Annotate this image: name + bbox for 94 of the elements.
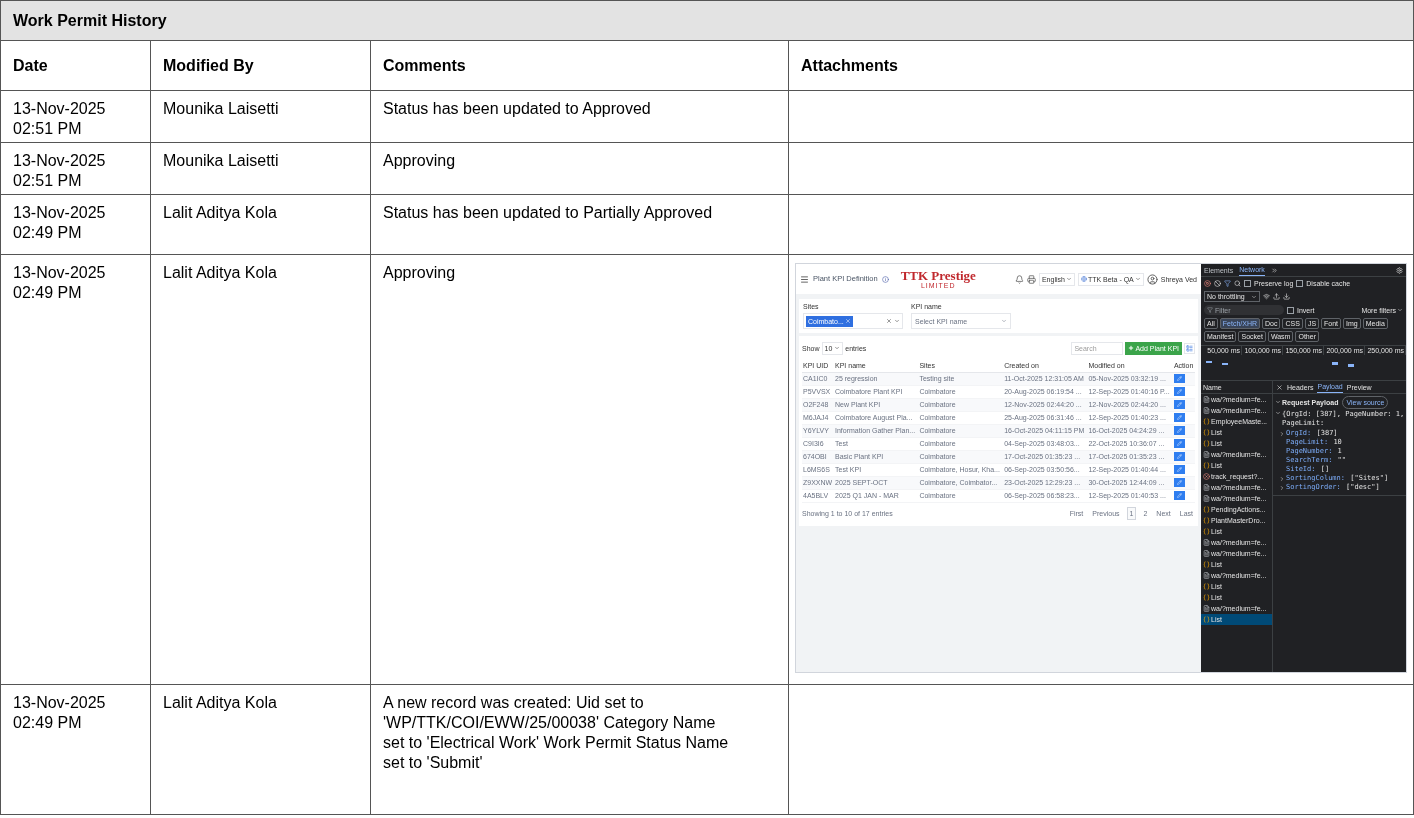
pencil-icon xyxy=(1176,376,1182,381)
list-icon xyxy=(1186,344,1193,352)
braces-icon xyxy=(1203,506,1210,513)
table-cell: Lalit Aditya Kola xyxy=(150,254,371,685)
braces-icon xyxy=(1203,594,1210,601)
attachment-screenshot[interactable] xyxy=(795,263,1407,673)
menu-icon[interactable] xyxy=(800,274,809,284)
braces-icon xyxy=(1203,561,1210,568)
pencil-icon xyxy=(1176,402,1182,407)
table-cell: Approving xyxy=(370,254,789,685)
pencil-icon xyxy=(1176,454,1182,459)
filter-icon[interactable] xyxy=(1224,280,1231,287)
pencil-icon xyxy=(1176,415,1182,420)
search-icon[interactable] xyxy=(1234,280,1241,287)
settings-icon[interactable] xyxy=(1396,266,1403,274)
edit-button[interactable] xyxy=(1173,374,1185,383)
document-icon xyxy=(1203,495,1210,502)
error-icon xyxy=(1203,473,1210,480)
table-cell: 13-Nov-2025 02:51 PM xyxy=(0,142,151,195)
braces-icon xyxy=(1203,616,1210,623)
info-icon xyxy=(881,275,889,283)
table-cell: Status has been updated to Approved xyxy=(370,90,789,143)
document-icon xyxy=(1203,407,1210,414)
edit-button[interactable] xyxy=(1173,491,1185,500)
document-icon xyxy=(1203,451,1210,458)
table-cell: Mounika Laisetti xyxy=(150,142,371,195)
braces-icon xyxy=(1203,429,1210,436)
pencil-icon xyxy=(1176,480,1182,485)
braces-icon xyxy=(1203,528,1210,535)
edit-button[interactable] xyxy=(1173,478,1185,487)
column-header: Date xyxy=(0,40,151,91)
table-cell: Approving xyxy=(370,142,789,195)
braces-icon xyxy=(1203,583,1210,590)
document-icon xyxy=(1203,572,1210,579)
panel-title: Work Permit History xyxy=(0,0,1414,41)
table-cell: Lalit Aditya Kola xyxy=(150,194,371,255)
download-icon[interactable] xyxy=(1282,293,1290,300)
pencil-icon xyxy=(1176,428,1182,433)
document-icon xyxy=(1203,396,1210,403)
column-header: Modified By xyxy=(150,40,371,91)
chevron-right-icon xyxy=(1279,430,1285,437)
document-icon xyxy=(1203,605,1210,612)
edit-button[interactable] xyxy=(1173,413,1185,422)
checkbox[interactable] xyxy=(1296,280,1304,287)
bell-icon[interactable] xyxy=(1014,274,1024,284)
braces-icon xyxy=(1203,418,1210,425)
braces-icon xyxy=(1203,440,1210,447)
logo: TTK Prestige xyxy=(900,269,976,282)
edit-button[interactable] xyxy=(1173,452,1185,461)
edit-button[interactable] xyxy=(1173,439,1185,448)
list-view-button[interactable] xyxy=(1184,342,1195,354)
globe-icon xyxy=(1080,276,1087,282)
more-tabs-icon[interactable] xyxy=(1270,266,1278,274)
upload-icon[interactable] xyxy=(1272,293,1280,300)
pencil-icon xyxy=(1176,441,1182,446)
edit-button[interactable] xyxy=(1173,387,1185,396)
filter-icon xyxy=(1207,307,1213,313)
table-cell: Mounika Laisetti xyxy=(150,90,371,143)
user-avatar-icon[interactable] xyxy=(1146,273,1158,285)
table-cell: Lalit Aditya Kola xyxy=(150,684,371,815)
table-cell: Status has been updated to Partially Approved xyxy=(370,194,789,255)
checkbox[interactable] xyxy=(1244,280,1251,287)
close-icon[interactable] xyxy=(1276,383,1283,391)
table-cell: 13-Nov-2025 02:51 PM xyxy=(0,90,151,143)
edit-button[interactable] xyxy=(1173,400,1185,409)
edit-button[interactable] xyxy=(1173,426,1185,435)
chevron-down-icon xyxy=(1065,276,1072,282)
chevron-down-icon xyxy=(1134,276,1141,282)
column-header: Comments xyxy=(370,40,789,91)
pencil-icon xyxy=(1176,467,1182,472)
plus-icon xyxy=(1128,345,1135,351)
edit-button[interactable] xyxy=(1173,465,1185,474)
table-cell: 13-Nov-2025 02:49 PM xyxy=(0,254,151,685)
document-icon xyxy=(1203,550,1210,557)
column-header: Attachments xyxy=(788,40,1414,91)
pencil-icon xyxy=(1176,389,1182,394)
chevron-down-icon xyxy=(894,318,900,324)
chevron-down-icon xyxy=(1250,293,1257,300)
braces-icon xyxy=(1203,517,1210,524)
table-cell: 13-Nov-2025 02:49 PM xyxy=(0,684,151,815)
chevron-down-icon xyxy=(1397,307,1403,313)
chevron-down-icon xyxy=(834,345,841,351)
table-cell: A new record was created: Uid set to 'WP/TTK/COI/EWW/25/00038' Category Name set to 'Electrical Work' Work Permit Status Name set to 'Submit' xyxy=(370,684,789,815)
pencil-icon xyxy=(1176,493,1182,498)
chevron-down-icon xyxy=(1001,318,1007,324)
wifi-icon[interactable] xyxy=(1262,293,1270,300)
document-icon xyxy=(1203,539,1210,546)
record-icon[interactable] xyxy=(1204,280,1211,287)
checkbox[interactable] xyxy=(1287,306,1294,314)
table-cell: 13-Nov-2025 02:49 PM xyxy=(0,194,151,255)
braces-icon xyxy=(1203,462,1210,469)
document-icon xyxy=(1203,484,1210,491)
printer-icon[interactable] xyxy=(1026,274,1036,284)
remove-icon[interactable] xyxy=(844,318,851,324)
